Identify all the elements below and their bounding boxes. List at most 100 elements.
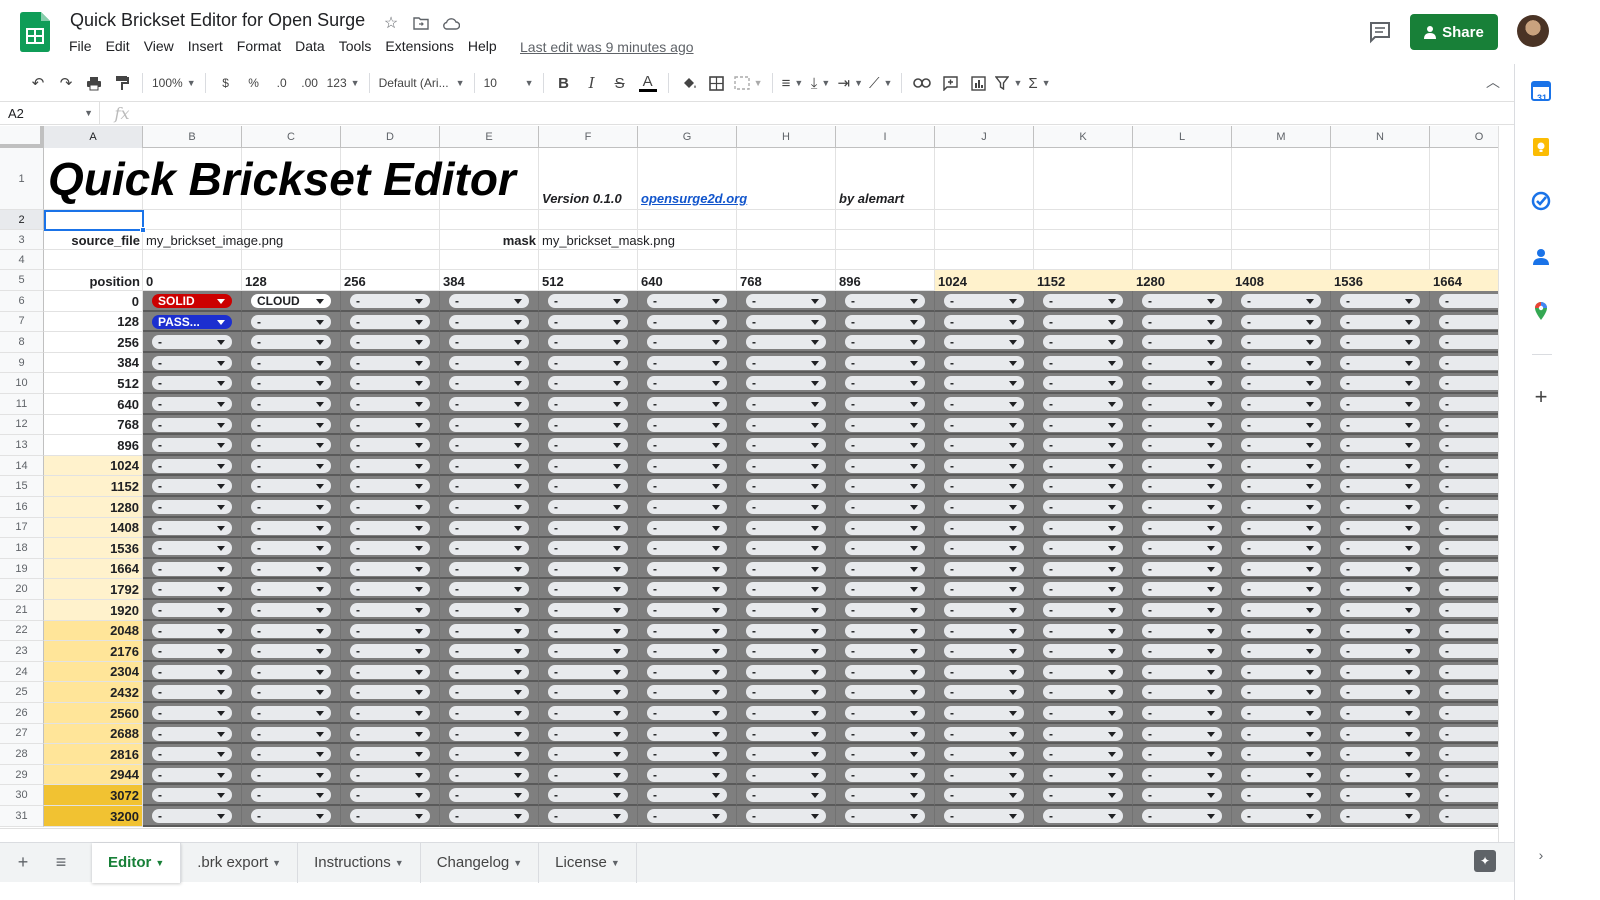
brick-type-dropdown[interactable]: -: [152, 623, 232, 638]
brick-cell[interactable]: -: [1034, 703, 1133, 724]
brick-type-dropdown[interactable]: -: [944, 417, 1024, 432]
star-icon[interactable]: ☆: [380, 12, 402, 34]
brick-type-dropdown[interactable]: PASS...: [152, 314, 232, 329]
brick-type-dropdown[interactable]: -: [350, 582, 430, 597]
brick-cell[interactable]: -: [1232, 661, 1331, 683]
brick-type-dropdown[interactable]: -: [449, 603, 529, 617]
comment-history-icon[interactable]: [1366, 18, 1394, 46]
brick-type-dropdown[interactable]: -: [1439, 582, 1498, 597]
brick-type-dropdown[interactable]: -: [1241, 767, 1321, 782]
brick-cell[interactable]: -: [836, 723, 935, 745]
brick-type-dropdown[interactable]: -: [1340, 314, 1420, 329]
brick-cell[interactable]: -: [638, 723, 737, 745]
brick-cell[interactable]: -: [1331, 538, 1430, 559]
brick-type-dropdown[interactable]: -: [845, 747, 925, 762]
brick-type-dropdown[interactable]: -: [1439, 500, 1498, 514]
brick-type-dropdown[interactable]: -: [1439, 335, 1498, 350]
brick-cell[interactable]: -: [341, 311, 440, 333]
brick-type-dropdown[interactable]: -: [1043, 458, 1123, 473]
brick-type-dropdown[interactable]: -: [251, 747, 331, 762]
brick-cell[interactable]: -: [539, 455, 638, 477]
brick-cell[interactable]: CLOUD: [242, 291, 341, 312]
brick-cell[interactable]: -: [1232, 435, 1331, 456]
brick-type-dropdown[interactable]: -: [944, 335, 1024, 350]
brick-cell[interactable]: -: [836, 682, 935, 703]
row-header-7[interactable]: 7: [0, 311, 44, 333]
brick-cell[interactable]: -: [836, 785, 935, 806]
row-header-27[interactable]: 27: [0, 723, 44, 745]
brick-type-dropdown[interactable]: -: [944, 767, 1024, 782]
brick-type-dropdown[interactable]: -: [845, 500, 925, 514]
brick-cell[interactable]: -: [1034, 723, 1133, 745]
brick-type-dropdown[interactable]: -: [449, 623, 529, 638]
brick-cell[interactable]: -: [242, 352, 341, 374]
brick-type-dropdown[interactable]: -: [944, 809, 1024, 823]
brick-cell[interactable]: -: [1430, 558, 1498, 580]
brick-cell[interactable]: -: [539, 785, 638, 806]
brick-type-dropdown[interactable]: -: [647, 294, 727, 308]
brick-cell[interactable]: -: [836, 744, 935, 765]
brick-cell[interactable]: -: [836, 620, 935, 642]
brick-type-dropdown[interactable]: -: [1439, 706, 1498, 720]
brick-cell[interactable]: -: [1232, 291, 1331, 312]
brick-type-dropdown[interactable]: -: [1439, 561, 1498, 576]
column-header-b[interactable]: B: [143, 126, 242, 148]
brick-type-dropdown[interactable]: -: [1439, 767, 1498, 782]
brick-type-dropdown[interactable]: -: [746, 541, 826, 556]
brick-type-dropdown[interactable]: -: [1340, 706, 1420, 720]
brick-type-dropdown[interactable]: -: [1241, 706, 1321, 720]
brick-type-dropdown[interactable]: -: [350, 664, 430, 679]
brick-type-dropdown[interactable]: -: [944, 644, 1024, 659]
brick-cell[interactable]: -: [440, 723, 539, 745]
brick-cell[interactable]: -: [1034, 764, 1133, 786]
row-header-5[interactable]: 5: [0, 270, 44, 291]
brick-cell[interactable]: -: [836, 600, 935, 621]
vertical-align-icon[interactable]: ⤓ ▼: [807, 69, 835, 97]
brick-type-dropdown[interactable]: -: [1241, 479, 1321, 494]
brick-cell[interactable]: -: [539, 806, 638, 827]
filter-icon[interactable]: ▼: [992, 69, 1025, 97]
brick-type-dropdown[interactable]: -: [548, 355, 628, 370]
brick-type-dropdown[interactable]: -: [152, 458, 232, 473]
brick-type-dropdown[interactable]: -: [1142, 355, 1222, 370]
brick-cell[interactable]: -: [737, 352, 836, 374]
brick-cell[interactable]: -: [341, 373, 440, 394]
brick-cell[interactable]: -: [242, 703, 341, 724]
cloud-status-icon[interactable]: [440, 12, 462, 34]
brick-type-dropdown[interactable]: -: [449, 438, 529, 453]
brick-cell[interactable]: -: [1034, 641, 1133, 662]
brick-type-dropdown[interactable]: -: [1340, 520, 1420, 535]
column-header-h[interactable]: H: [737, 126, 836, 148]
brick-cell[interactable]: -: [935, 723, 1034, 745]
brick-type-dropdown[interactable]: -: [1439, 376, 1498, 391]
brick-type-dropdown[interactable]: -: [548, 582, 628, 597]
brick-type-dropdown[interactable]: -: [1340, 726, 1420, 741]
brick-type-dropdown[interactable]: -: [1142, 417, 1222, 432]
brick-type-dropdown[interactable]: -: [1241, 809, 1321, 823]
brick-cell[interactable]: -: [1034, 394, 1133, 415]
row-position-label[interactable]: 896: [44, 435, 143, 456]
row-position-label[interactable]: 1280: [44, 497, 143, 518]
brick-cell[interactable]: -: [341, 332, 440, 353]
brick-cell[interactable]: -: [1331, 476, 1430, 497]
brick-type-dropdown[interactable]: -: [647, 376, 727, 391]
brick-cell[interactable]: -: [1232, 785, 1331, 806]
brick-type-dropdown[interactable]: -: [152, 788, 232, 803]
brick-cell[interactable]: -: [1430, 373, 1498, 394]
brick-type-dropdown[interactable]: -: [152, 706, 232, 720]
brick-cell[interactable]: -: [935, 703, 1034, 724]
brick-cell[interactable]: -: [638, 311, 737, 333]
text-color-icon[interactable]: A: [634, 69, 662, 97]
brick-type-dropdown[interactable]: -: [647, 479, 727, 494]
select-all-corner[interactable]: [0, 126, 44, 148]
menu-insert[interactable]: Insert: [181, 38, 230, 54]
brick-type-dropdown[interactable]: -: [1340, 747, 1420, 762]
brick-type-dropdown[interactable]: -: [1142, 767, 1222, 782]
brick-type-dropdown[interactable]: -: [1340, 603, 1420, 617]
brick-cell[interactable]: -: [1133, 476, 1232, 497]
brick-type-dropdown[interactable]: -: [845, 479, 925, 494]
row-header-16[interactable]: 16: [0, 497, 44, 518]
brick-type-dropdown[interactable]: -: [350, 603, 430, 617]
brick-type-dropdown[interactable]: -: [152, 438, 232, 453]
brick-type-dropdown[interactable]: -: [548, 458, 628, 473]
